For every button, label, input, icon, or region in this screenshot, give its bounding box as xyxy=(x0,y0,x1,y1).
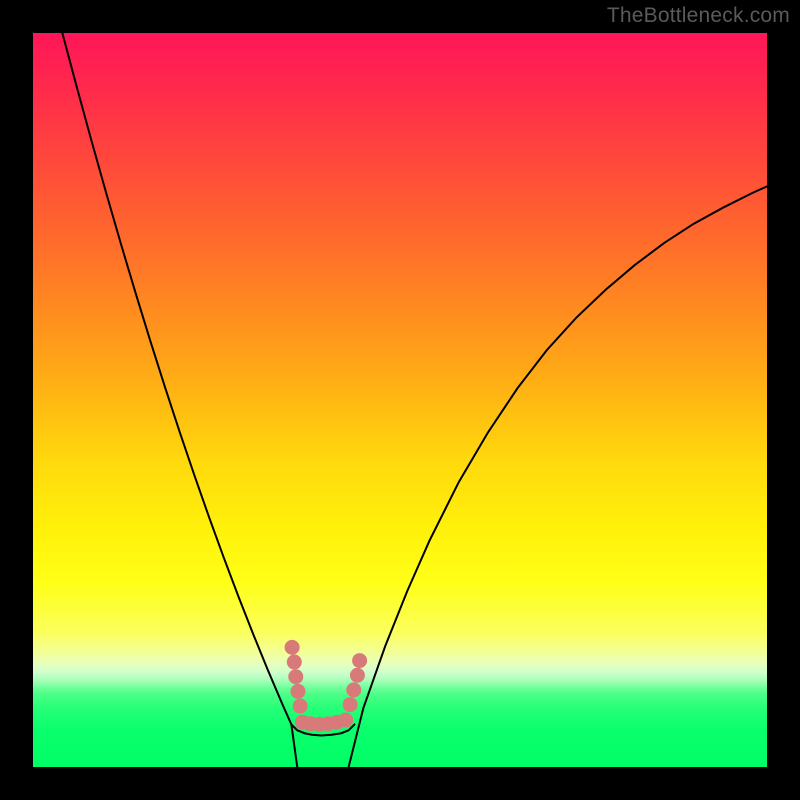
left-marker-dots xyxy=(290,684,305,699)
right-marker-dots xyxy=(343,697,358,712)
left-marker-dots xyxy=(285,640,300,655)
left-marker-dots xyxy=(287,655,302,670)
outer-frame: TheBottleneck.com xyxy=(0,0,800,800)
left-marker-dots xyxy=(288,669,303,684)
left-marker-dots xyxy=(293,699,308,714)
plot-area xyxy=(33,33,767,767)
marker-group xyxy=(285,640,368,732)
chart-svg xyxy=(33,33,767,767)
series-right-branch xyxy=(349,186,767,767)
watermark-text: TheBottleneck.com xyxy=(607,4,790,28)
right-marker-dots xyxy=(350,668,365,683)
valley-marker-dots xyxy=(338,713,353,728)
curve-group xyxy=(62,33,767,767)
right-marker-dots xyxy=(352,653,367,668)
right-marker-dots xyxy=(346,682,361,697)
series-left-branch xyxy=(62,33,297,767)
